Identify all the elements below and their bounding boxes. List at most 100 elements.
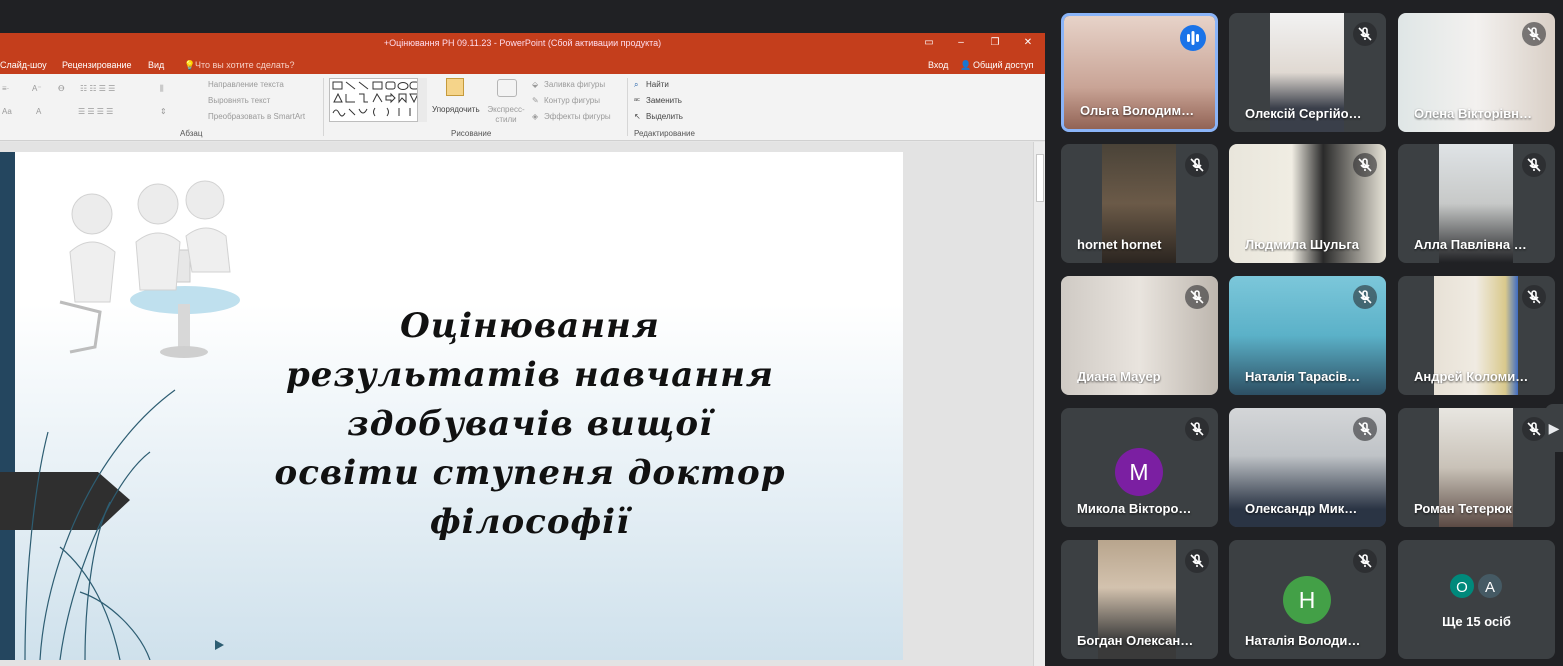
quick-styles-button[interactable]: Экспресс-стили: [486, 105, 526, 125]
ribbon-display-icon[interactable]: ▭: [922, 36, 936, 50]
slide-small-arrow: [215, 640, 224, 650]
chevron-right-icon: ▶: [1548, 420, 1560, 436]
slide-left-bar: [0, 152, 15, 660]
sign-in-link[interactable]: Вход: [928, 60, 948, 70]
mic-off-icon: [1353, 285, 1377, 309]
next-page-button[interactable]: ▶: [1545, 404, 1563, 452]
participant-name: Людмила Шульга: [1245, 237, 1360, 252]
participant-name: Олександр Мик…: [1245, 501, 1358, 516]
scrollbar-thumb[interactable]: [1036, 154, 1044, 202]
mic-off-icon: [1185, 549, 1209, 573]
arrange-button[interactable]: Упорядочить: [432, 105, 480, 114]
participant-name: Олексій Сергійо…: [1245, 106, 1362, 121]
shape-effects-button[interactable]: Эффекты фигуры: [544, 112, 611, 121]
list-icon[interactable]: ≡·: [2, 84, 9, 93]
close-icon[interactable]: ✕: [1021, 36, 1035, 50]
participant-name: Наталія Тарасів…: [1245, 369, 1361, 384]
meeting-clipart: [59, 180, 240, 358]
text-direction-button[interactable]: Направление текста: [208, 80, 284, 89]
powerpoint-window: +Оцінювання РН 09.11.23 - PowerPoint (Сб…: [0, 33, 1045, 666]
slide-title-line: освіти ступеня доктор: [274, 453, 786, 493]
mic-off-icon: [1353, 549, 1377, 573]
mic-off-icon: [1353, 417, 1377, 441]
outline-icon: ✎: [532, 96, 539, 105]
bullets-icon[interactable]: ☷ ☷ ☰ ☰: [80, 84, 115, 93]
divider: [323, 78, 324, 136]
slide-title[interactable]: Оцінювання результатів навчання здобувач…: [240, 302, 820, 547]
participant-tile[interactable]: Н Наталія Володи…: [1229, 540, 1386, 659]
select-button[interactable]: Выделить: [646, 112, 683, 121]
slide-arrow-shape: [0, 472, 130, 530]
participant-name: Андрей Коломи…: [1414, 369, 1529, 384]
quick-styles-icon: [497, 79, 517, 97]
mic-off-icon: [1522, 22, 1546, 46]
participant-name: Наталія Володи…: [1245, 633, 1361, 648]
participant-name: Богдан Олексан…: [1077, 633, 1194, 648]
align-text-button[interactable]: Выровнять текст: [208, 96, 270, 105]
participant-tile[interactable]: Диана Мауер: [1061, 276, 1218, 395]
shapes-gallery-icons: [332, 81, 420, 117]
participant-tile[interactable]: hornet hornet: [1061, 144, 1218, 263]
shape-outline-button[interactable]: Контур фигуры: [544, 96, 600, 105]
restore-icon[interactable]: ❐: [988, 36, 1002, 50]
vertical-scrollbar[interactable]: [1033, 142, 1045, 666]
mic-off-icon: [1353, 153, 1377, 177]
slide[interactable]: Оцінювання результатів навчання здобувач…: [0, 152, 903, 660]
participant-name: Микола Вікторо…: [1077, 501, 1192, 516]
mic-off-icon: [1522, 285, 1546, 309]
mic-off-icon: [1185, 417, 1209, 441]
shadow-text-icon[interactable]: Aa: [2, 107, 12, 116]
share-button[interactable]: Общий доступ: [973, 60, 1033, 70]
tab-review[interactable]: Рецензирование: [62, 60, 132, 70]
ribbon: ≡· A⁻ Ꝋ ☷ ☷ ☰ ☰ ⫼ Aa A ☰ ☰ ☰ ☰ ⇕ Направл…: [0, 74, 1045, 141]
slide-editing-area: Оцінювання результатів навчання здобувач…: [0, 142, 1045, 666]
select-icon: ↖: [634, 112, 641, 121]
more-participants-label: Ще 15 осіб: [1442, 614, 1511, 629]
tell-me-box[interactable]: Что вы хотите сделать?: [195, 60, 295, 70]
participant-tile[interactable]: Олександр Мик…: [1229, 408, 1386, 527]
shapes-gallery[interactable]: [329, 78, 427, 122]
find-icon: ⌕: [634, 80, 639, 89]
more-participants-tile[interactable]: О А Ще 15 осіб: [1398, 540, 1555, 659]
font-size-icon[interactable]: A⁻: [32, 84, 42, 93]
tab-view[interactable]: Вид: [148, 60, 164, 70]
participant-tile[interactable]: Богдан Олексан…: [1061, 540, 1218, 659]
participant-tile[interactable]: Алла Павлівна …: [1398, 144, 1555, 263]
find-button[interactable]: Найти: [646, 80, 669, 89]
speaking-indicator-icon: [1180, 25, 1206, 51]
participant-name: Роман Тетерюк: [1414, 501, 1512, 516]
participant-tile[interactable]: Андрей Коломи…: [1398, 276, 1555, 395]
shape-fill-button[interactable]: Заливка фигуры: [544, 80, 605, 89]
effects-icon: ◈: [532, 112, 539, 121]
clear-format-icon[interactable]: Ꝋ: [58, 84, 64, 93]
mic-off-icon: [1522, 417, 1546, 441]
replace-button[interactable]: Заменить: [646, 96, 682, 105]
shapes-gallery-scroll[interactable]: [417, 78, 427, 122]
editing-group-label: Редактирование: [634, 129, 695, 138]
paragraph-group-label: Абзац: [180, 129, 203, 138]
participant-name: Алла Павлівна …: [1414, 237, 1527, 252]
avatar: А: [1476, 572, 1504, 600]
participant-tile[interactable]: Роман Тетерюк: [1398, 408, 1555, 527]
participant-tile[interactable]: Людмила Шульга: [1229, 144, 1386, 263]
align-icons[interactable]: ☰ ☰ ☰ ☰: [78, 107, 113, 116]
participant-name: hornet hornet: [1077, 237, 1162, 252]
mic-off-icon: [1353, 22, 1377, 46]
screen: +Оцінювання РН 09.11.23 - PowerPoint (Сб…: [0, 0, 1563, 666]
line-spacing-icon[interactable]: ⇕: [160, 107, 167, 116]
slide-title-line: Оцінювання: [400, 306, 660, 346]
participant-tile[interactable]: Наталія Тарасів…: [1229, 276, 1386, 395]
columns-icon[interactable]: ⫼: [160, 84, 164, 94]
participant-tile[interactable]: Олексій Сергійо…: [1229, 13, 1386, 132]
participant-tile[interactable]: Олена Вікторівн…: [1398, 13, 1555, 132]
window-title: +Оцінювання РН 09.11.23 - PowerPoint (Сб…: [383, 38, 662, 48]
lightbulb-icon: 💡: [184, 60, 196, 70]
font-color-icon[interactable]: A: [36, 107, 41, 116]
tab-slideshow[interactable]: Слайд-шоу: [0, 60, 47, 70]
mic-off-icon: [1185, 153, 1209, 177]
smartart-button[interactable]: Преобразовать в SmartArt: [208, 112, 305, 121]
minimize-icon[interactable]: –: [954, 36, 968, 50]
participant-tile[interactable]: М Микола Вікторо…: [1061, 408, 1218, 527]
mic-off-icon: [1522, 153, 1546, 177]
participant-tile[interactable]: Ольга Володим…: [1061, 13, 1218, 132]
